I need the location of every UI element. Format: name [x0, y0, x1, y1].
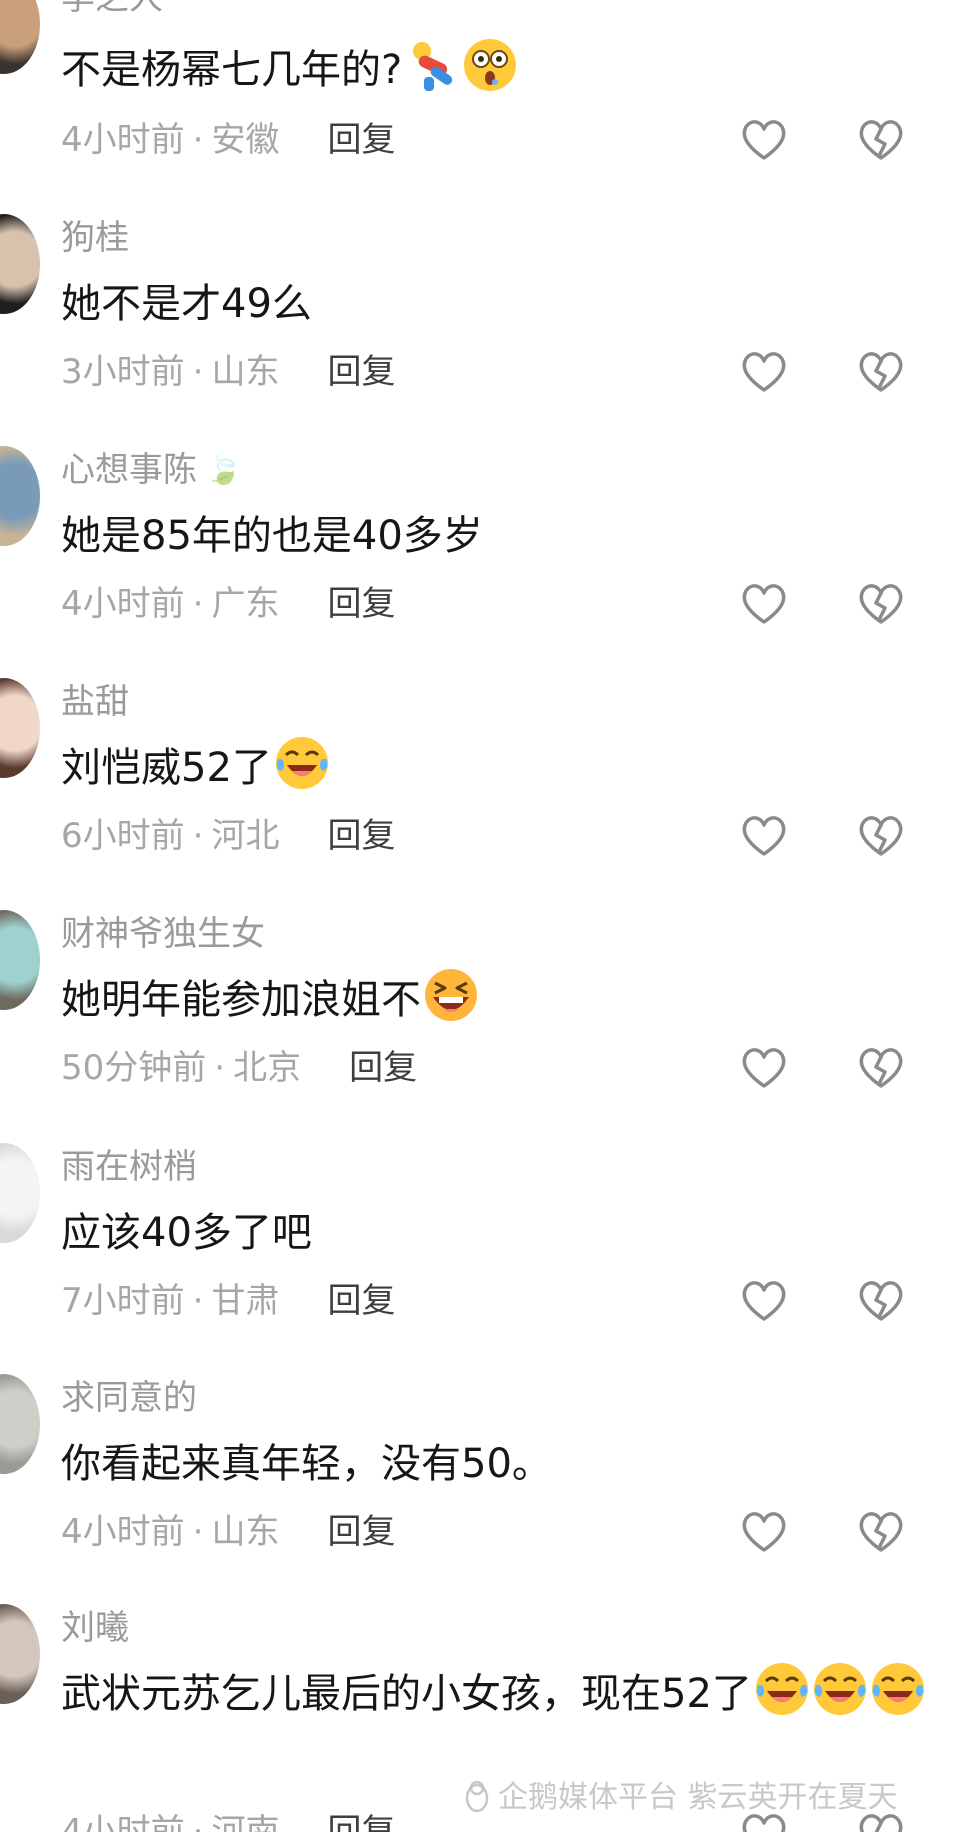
- like-heart-icon[interactable]: [738, 346, 790, 398]
- comment-text: 她不是才49么: [61, 281, 312, 327]
- laughing-crying-emoji: [275, 737, 328, 789]
- reply-button[interactable]: 回复: [327, 120, 395, 160]
- avatar[interactable]: [0, 1604, 40, 1704]
- avatar[interactable]: [0, 1143, 40, 1243]
- like-heart-icon[interactable]: [738, 810, 790, 862]
- reply-button[interactable]: 回复: [349, 1048, 417, 1088]
- comment-meta: 6小时前 · 河北 回复: [61, 816, 395, 856]
- reply-button[interactable]: 回复: [327, 352, 395, 392]
- reply-button[interactable]: 回复: [327, 1512, 395, 1552]
- meta-separator: ·: [192, 120, 204, 160]
- comment-location: 山东: [211, 1512, 280, 1552]
- dislike-broken-heart-icon[interactable]: [855, 346, 907, 398]
- comment-meta: 7小时前 · 甘肃 回复: [61, 1281, 395, 1321]
- like-heart-icon[interactable]: [738, 114, 790, 166]
- meta-separator: ·: [192, 352, 204, 392]
- comment-time: 50分钟前: [61, 1048, 207, 1088]
- comment-text: 不是杨幂七几年的?: [61, 34, 941, 106]
- comment-location: 北京: [233, 1048, 302, 1088]
- dislike-broken-heart-icon[interactable]: [855, 114, 907, 166]
- watermark-text: 企鹅媒体平台 紫云英开在夏天: [498, 1780, 898, 1815]
- meta-separator: ·: [192, 1812, 204, 1832]
- reply-button[interactable]: 回复: [327, 1281, 395, 1321]
- comment-location: 甘肃: [211, 1281, 280, 1321]
- comment-meta: 50分钟前 · 北京 回复: [61, 1048, 417, 1088]
- comment-time: 4小时前: [61, 1512, 185, 1552]
- username[interactable]: 心想事陈 🍃: [61, 450, 242, 490]
- comment-meta: 4小时前 · 山东 回复: [61, 1512, 395, 1552]
- avatar[interactable]: [0, 446, 40, 546]
- dislike-broken-heart-icon[interactable]: [855, 1506, 907, 1558]
- comment-text: 她明年能参加浪姐不: [61, 964, 941, 1036]
- reply-button[interactable]: 回复: [327, 816, 395, 856]
- comment-location: 广东: [211, 584, 280, 624]
- comment-location: 山东: [211, 352, 280, 392]
- avatar[interactable]: [0, 910, 40, 1010]
- username[interactable]: 雨在树梢: [61, 1147, 197, 1187]
- username[interactable]: 刘曦: [61, 1608, 129, 1648]
- comment-time: 6小时前: [61, 816, 185, 856]
- username[interactable]: 盐甜: [61, 682, 129, 722]
- penguin-icon: [465, 1780, 489, 1813]
- like-heart-icon[interactable]: [738, 578, 790, 630]
- laughing-crying-emoji: [755, 1663, 808, 1715]
- reply-button[interactable]: 回复: [327, 1812, 395, 1832]
- comment-meta: 4小时前 · 河南 回复: [61, 1812, 395, 1832]
- laughing-crying-emoji: [871, 1663, 924, 1715]
- avatar[interactable]: [0, 1374, 40, 1474]
- dislike-broken-heart-icon[interactable]: [855, 1275, 907, 1327]
- avatar[interactable]: [0, 0, 40, 74]
- username[interactable]: 财神爷独生女: [61, 914, 265, 954]
- comment-location: 河南: [211, 1812, 280, 1832]
- avatar[interactable]: [0, 214, 40, 314]
- comment-time: 7小时前: [61, 1281, 185, 1321]
- meta-separator: ·: [192, 1281, 204, 1321]
- comment-time: 4小时前: [61, 584, 185, 624]
- dislike-broken-heart-icon[interactable]: [855, 578, 907, 630]
- comment-time: 4小时前: [61, 120, 185, 160]
- comment-text: 她是85年的也是40多岁: [61, 513, 483, 559]
- meta-separator: ·: [192, 816, 204, 856]
- dislike-broken-heart-icon[interactable]: [855, 1042, 907, 1094]
- grinning-squint-emoji: [425, 969, 477, 1021]
- username[interactable]: 狗桂: [61, 218, 129, 258]
- shocked-face-emoji: [464, 39, 517, 91]
- comment-time: 4小时前: [61, 1812, 185, 1832]
- comment-text: 武状元苏乞儿最后的小女孩，现在52了: [61, 1658, 941, 1730]
- comment-meta: 4小时前 · 广东 回复: [61, 584, 395, 624]
- comment-text: 你看起来真年轻，没有50。: [61, 1441, 552, 1487]
- username[interactable]: 求同意的: [61, 1378, 197, 1418]
- laughing-crying-emoji: [813, 1663, 866, 1715]
- comment-text: 刘恺威52了: [61, 732, 941, 804]
- leaf-icon: 🍃: [205, 452, 243, 487]
- falling-person-emoji: [413, 42, 453, 91]
- username[interactable]: 李之人: [61, 0, 163, 18]
- comment-meta: 4小时前 · 安徽 回复: [61, 120, 395, 160]
- comment-location: 安徽: [211, 120, 280, 160]
- comment-location: 河北: [211, 816, 280, 856]
- like-heart-icon[interactable]: [738, 1275, 790, 1327]
- comment-text: 应该40多了吧: [61, 1210, 312, 1256]
- meta-separator: ·: [192, 584, 204, 624]
- like-heart-icon[interactable]: [738, 1042, 790, 1094]
- comment-list: 李之人 不是杨幂七几年的? 4小时前·安徽回复 狗桂 她不是才49么 3小时前·…: [0, 0, 960, 1832]
- meta-separator: ·: [192, 1512, 204, 1552]
- comment-time: 3小时前: [61, 352, 185, 392]
- like-heart-icon[interactable]: [738, 1506, 790, 1558]
- reply-button[interactable]: 回复: [327, 584, 395, 624]
- meta-separator: ·: [214, 1048, 226, 1088]
- avatar[interactable]: [0, 678, 40, 778]
- comment-meta: 3小时前 · 山东 回复: [61, 352, 395, 392]
- dislike-broken-heart-icon[interactable]: [855, 810, 907, 862]
- watermark: 企鹅媒体平台 紫云英开在夏天: [462, 1778, 898, 1818]
